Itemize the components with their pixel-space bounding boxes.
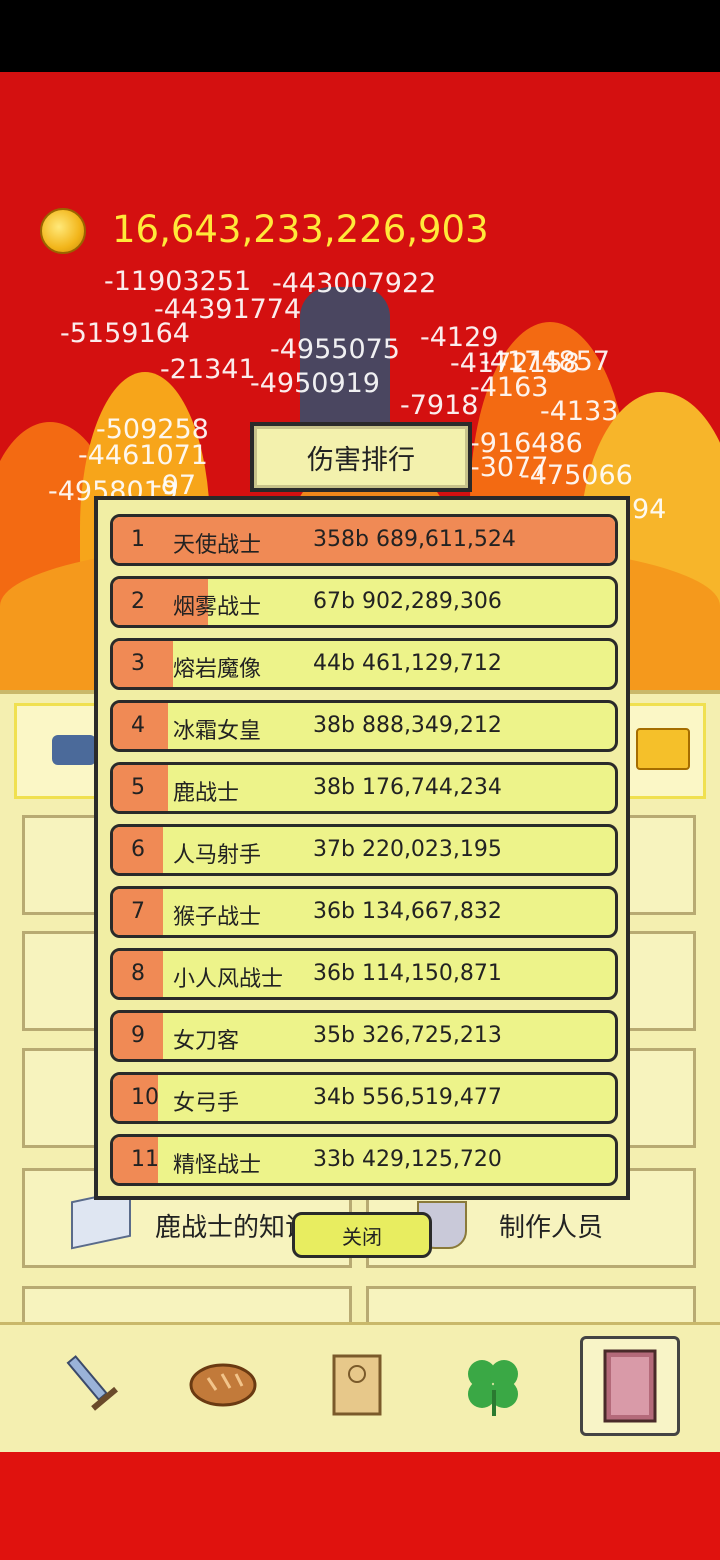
damage-value: 36b 134,667,832 bbox=[313, 899, 502, 924]
hero-name: 烟雾战士 bbox=[173, 595, 262, 620]
hero-name: 女弓手 bbox=[173, 1091, 240, 1116]
damage-value: 38b 888,349,212 bbox=[313, 713, 502, 738]
hero-name: 鹿战士 bbox=[173, 781, 240, 806]
damage-value: 67b 902,289,306 bbox=[313, 589, 502, 614]
damage-number: -7918 bbox=[400, 390, 479, 421]
damage-number: -5159164 bbox=[60, 318, 190, 349]
rank-number: 9 bbox=[131, 1023, 145, 1048]
rank-number: 5 bbox=[131, 775, 145, 800]
close-button[interactable]: 关闭 bbox=[292, 1212, 432, 1258]
leaderboard-row: 9 女刀客 35b 326,725,213 bbox=[110, 1010, 618, 1062]
damage-number: -4950919 bbox=[250, 368, 380, 399]
rank-number: 11 bbox=[131, 1147, 159, 1172]
damage-value: 44b 461,129,712 bbox=[313, 651, 502, 676]
damage-value: 36b 114,150,871 bbox=[313, 961, 502, 986]
knowledge-label: 鹿战士的知识 bbox=[155, 1213, 312, 1243]
leaderboard-row: 10 女弓手 34b 556,519,477 bbox=[110, 1072, 618, 1124]
rank-number: 4 bbox=[131, 713, 145, 738]
shoe-icon bbox=[52, 735, 96, 765]
hero-name: 女刀客 bbox=[173, 1029, 240, 1054]
damage-number: -11903251 bbox=[104, 266, 252, 297]
hero-name: 猴子战士 bbox=[173, 905, 262, 930]
hero-name: 冰霜女皇 bbox=[173, 719, 262, 744]
scroll-icon[interactable] bbox=[312, 1340, 402, 1430]
damage-value: 35b 326,725,213 bbox=[313, 1023, 502, 1048]
book-icon[interactable] bbox=[580, 1336, 680, 1436]
damage-number: -475066 bbox=[520, 460, 633, 491]
bread-icon[interactable] bbox=[178, 1340, 268, 1430]
leaderboard-row: 3 熔岩魔像 44b 461,129,712 bbox=[110, 638, 618, 690]
damage-number: -4955075 bbox=[270, 334, 400, 365]
coin-icon bbox=[40, 208, 86, 254]
leaderboard-row: 4 冰霜女皇 38b 888,349,212 bbox=[110, 700, 618, 752]
bottom-strip bbox=[0, 1452, 720, 1560]
clover-icon[interactable] bbox=[448, 1340, 538, 1430]
rank-number: 2 bbox=[131, 589, 145, 614]
damage-value: 33b 429,125,720 bbox=[313, 1147, 502, 1172]
leaderboard-modal: 1 天使战士 358b 689,611,524 2 烟雾战士 67b 902,289,30… bbox=[94, 496, 630, 1200]
rank-number: 3 bbox=[131, 651, 145, 676]
menu-cell[interactable] bbox=[366, 1286, 696, 1326]
credits-label: 制作人员 bbox=[499, 1213, 604, 1243]
hero-name: 天使战士 bbox=[173, 533, 262, 558]
cheese-icon bbox=[636, 728, 690, 770]
hero-name: 人马射手 bbox=[173, 843, 262, 868]
hero-name: 熔岩魔像 bbox=[173, 657, 262, 682]
status-bar bbox=[0, 0, 720, 72]
leaderboard-row: 2 烟雾战士 67b 902,289,306 bbox=[110, 576, 618, 628]
rank-number: 6 bbox=[131, 837, 145, 862]
leaderboard-title: 伤害排行 bbox=[250, 422, 472, 492]
damage-number: -4133 bbox=[540, 396, 619, 427]
rank-number: 7 bbox=[131, 899, 145, 924]
leaderboard-row bbox=[110, 1196, 618, 1200]
rank-number: 8 bbox=[131, 961, 145, 986]
leaderboard-row: 7 猴子战士 36b 134,667,832 bbox=[110, 886, 618, 938]
damage-value: 358b 689,611,524 bbox=[313, 527, 516, 552]
damage-value: 38b 176,744,234 bbox=[313, 775, 502, 800]
damage-number: 94 bbox=[632, 494, 667, 525]
damage-number: -4461071 bbox=[78, 440, 208, 471]
rank-number: 10 bbox=[131, 1085, 159, 1110]
menu-cell[interactable] bbox=[22, 1286, 352, 1326]
damage-number: -4174857 bbox=[480, 346, 610, 377]
leaderboard-row: 1 天使战士 358b 689,611,524 bbox=[110, 514, 618, 566]
leaderboard-row: 11 精怪战士 33b 429,125,720 bbox=[110, 1134, 618, 1186]
hero-name: 小人风战士 bbox=[173, 967, 284, 992]
leaderboard-row: 6 人马射手 37b 220,023,195 bbox=[110, 824, 618, 876]
hero-name: 精怪战士 bbox=[173, 1153, 262, 1178]
damage-value: 37b 220,023,195 bbox=[313, 837, 502, 862]
leaderboard-row: 5 鹿战士 38b 176,744,234 bbox=[110, 762, 618, 814]
damage-number: -21341 bbox=[160, 354, 256, 385]
sword-icon[interactable] bbox=[48, 1340, 138, 1430]
rank-number: 1 bbox=[131, 527, 145, 552]
damage-value: 34b 556,519,477 bbox=[313, 1085, 502, 1110]
gold-amount: 16,643,233,226,903 bbox=[112, 208, 489, 251]
leaderboard-row: 8 小人风战士 36b 114,150,871 bbox=[110, 948, 618, 1000]
